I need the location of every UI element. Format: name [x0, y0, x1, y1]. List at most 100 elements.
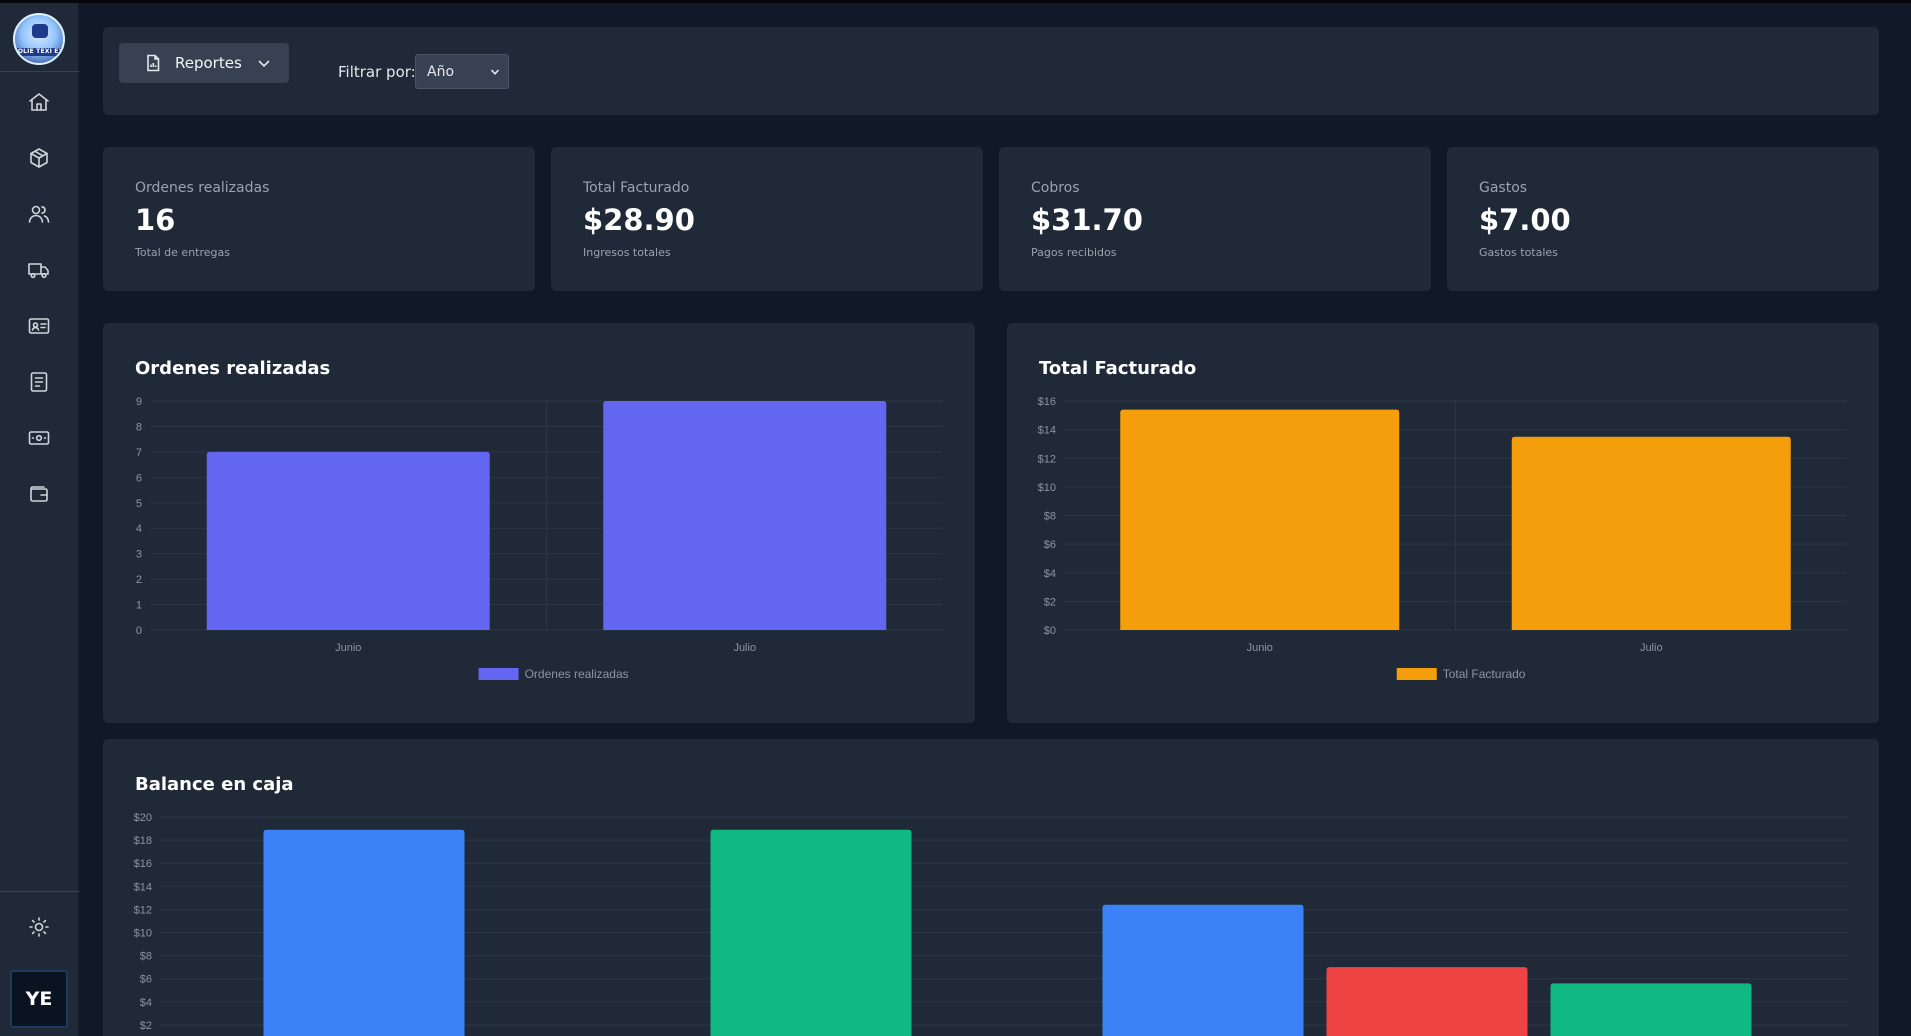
x-tick-label: Julio	[1640, 642, 1663, 654]
y-tick-label: 5	[136, 498, 142, 510]
chevron-down-icon	[256, 55, 272, 71]
bar	[1550, 983, 1752, 1036]
app-logo[interactable]: ROLIE TEXI EXPRESS	[6, 13, 72, 65]
legend-swatch	[478, 668, 519, 680]
stat-card-billing: Total Facturado $28.90 Ingresos totales	[551, 147, 983, 291]
filter-label: Filtrar por:	[338, 63, 416, 81]
y-tick-label: 9	[136, 396, 142, 408]
id-card-icon	[28, 318, 50, 334]
bar	[263, 829, 465, 1036]
sidebar-item-payments[interactable]	[19, 418, 59, 458]
report-document-icon	[145, 54, 161, 72]
sun-icon	[29, 917, 49, 937]
logo-divider	[0, 71, 79, 72]
y-tick-label: $4	[140, 997, 152, 1009]
sidebar-bottom-divider	[0, 891, 79, 892]
x-tick-label: Julio	[733, 642, 756, 654]
stat-card-collections: Cobros $31.70 Pagos recibidos	[999, 147, 1431, 291]
y-tick-label: 3	[136, 549, 142, 561]
document-list-icon	[30, 372, 48, 392]
y-tick-label: $2	[140, 1020, 152, 1032]
home-icon	[29, 93, 49, 111]
stat-label: Total Facturado	[583, 180, 690, 196]
bar	[1326, 967, 1528, 1036]
stat-value: $31.70	[1031, 203, 1143, 237]
x-tick-label: Junio	[335, 642, 361, 654]
orders-bar-chart: 0 1 2 3 4 5 6 7 8 9 Junio Julio Ordenes realizadas	[136, 396, 943, 681]
y-tick-label: 4	[136, 523, 142, 535]
y-tick-label: $16	[1038, 396, 1056, 408]
sidebar-item-wallet[interactable]	[19, 474, 59, 514]
y-tick-label: $16	[134, 858, 152, 870]
sidebar-item-deliveries[interactable]	[19, 250, 59, 290]
legend-swatch	[1396, 668, 1437, 680]
y-tick-label: $10	[1038, 482, 1056, 494]
stat-label: Gastos	[1479, 180, 1528, 196]
billing-bar-chart: $0 $2 $4 $6 $8 $10 $12 $14 $16 Junio Julio Total Fa…	[1038, 396, 1847, 681]
y-tick-label: $8	[1044, 511, 1056, 523]
theme-toggle[interactable]	[19, 907, 59, 947]
y-tick-label: $20	[134, 812, 152, 824]
stat-subtitle: Ingresos totales	[583, 246, 671, 259]
sidebar: ROLIE TEXI EXPRESS YE	[0, 3, 79, 1036]
y-tick-label: 0	[136, 625, 142, 637]
y-tick-label: 1	[136, 600, 142, 612]
y-tick-label: $18	[134, 835, 152, 847]
orders-chart-card: Ordenes realizadas 0 1 2 3 4 5 6 7 8 9 Junio Julio O…	[103, 323, 975, 723]
legend-label: Total Facturado	[1443, 667, 1526, 681]
stat-subtitle: Total de entregas	[135, 246, 230, 259]
bar	[1102, 904, 1304, 1036]
logo-text: ROLIE TEXI EXPRESS	[15, 48, 63, 56]
logo-emblem: ROLIE TEXI EXPRESS	[13, 13, 65, 65]
logo-robot-icon	[32, 24, 48, 38]
stat-card-orders: Ordenes realizadas 16 Total de entregas	[103, 147, 535, 291]
stat-card-expenses: Gastos $7.00 Gastos totales	[1447, 147, 1879, 291]
truck-icon	[28, 263, 49, 279]
sidebar-item-packages[interactable]	[19, 138, 59, 178]
y-tick-label: 6	[136, 472, 142, 484]
balance-chart-card: Balance en caja $2 $4 $6 $8 $10 $12 $14 $16 $18 $…	[103, 739, 1879, 1036]
y-tick-label: $12	[1038, 453, 1056, 465]
stat-label: Cobros	[1031, 180, 1080, 196]
bar	[603, 401, 887, 630]
package-icon	[30, 148, 48, 168]
reports-label: Reportes	[175, 54, 242, 72]
x-tick-label: Junio	[1247, 642, 1273, 654]
sidebar-item-drivers[interactable]	[19, 306, 59, 346]
y-tick-label: $10	[134, 928, 152, 940]
stat-value: $28.90	[583, 203, 695, 237]
sidebar-item-invoices[interactable]	[19, 362, 59, 402]
filter-period-select[interactable]: Año	[415, 54, 509, 89]
stat-subtitle: Gastos totales	[1479, 246, 1558, 259]
y-tick-label: $2	[1044, 596, 1056, 608]
report-toolbar: Reportes Filtrar por: Año	[103, 27, 1879, 115]
stat-value: 16	[135, 203, 176, 237]
stat-subtitle: Pagos recibidos	[1031, 246, 1117, 259]
y-tick-label: $0	[1044, 625, 1056, 637]
y-tick-label: $12	[134, 904, 152, 916]
cash-icon	[28, 431, 50, 445]
stat-label: Ordenes realizadas	[135, 180, 270, 196]
y-tick-label: 8	[136, 421, 142, 433]
y-tick-label: $6	[140, 974, 152, 986]
bar	[1511, 436, 1791, 630]
bar	[206, 451, 490, 630]
reports-dropdown-button[interactable]: Reportes	[119, 43, 289, 83]
legend-label: Ordenes realizadas	[525, 667, 629, 681]
bar	[1120, 409, 1400, 630]
filter-selected-value: Año	[427, 63, 455, 80]
bar	[710, 829, 912, 1036]
y-tick-label: $14	[1038, 425, 1056, 437]
y-tick-label: $6	[1044, 539, 1056, 551]
y-tick-label: 7	[136, 447, 142, 459]
window-top-edge	[0, 0, 1911, 3]
user-avatar[interactable]: YE	[10, 970, 68, 1028]
y-tick-label: $14	[134, 881, 152, 893]
wallet-icon	[30, 486, 48, 502]
select-caret-icon	[490, 69, 500, 75]
billing-chart-card: Total Facturado $0 $2 $4 $6 $8 $10 $12 $14 $16 Ju…	[1007, 323, 1879, 723]
sidebar-item-home[interactable]	[19, 82, 59, 122]
users-icon	[28, 205, 50, 223]
sidebar-item-users[interactable]	[19, 194, 59, 234]
stat-value: $7.00	[1479, 203, 1571, 237]
